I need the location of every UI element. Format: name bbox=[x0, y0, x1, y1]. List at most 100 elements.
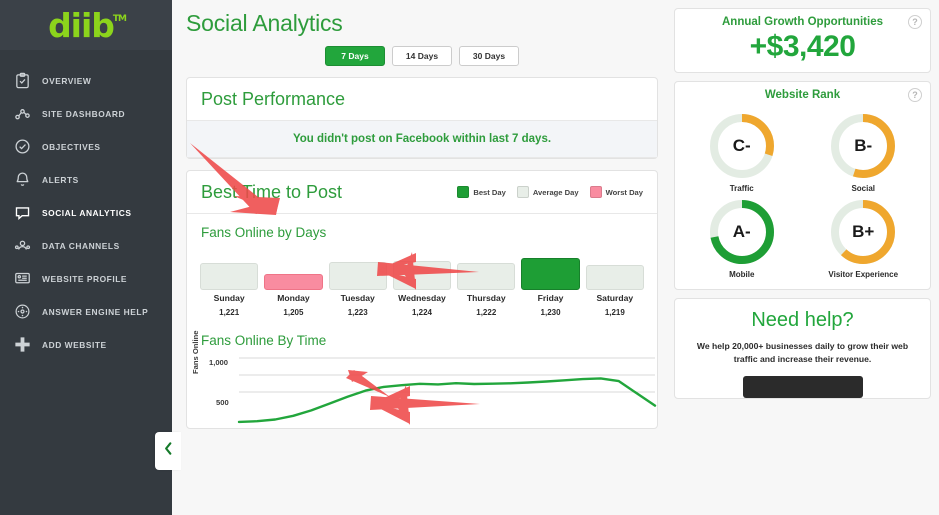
best-time-legend: Best Day Average Day Worst Day bbox=[457, 186, 643, 198]
app-logo[interactable]: diib TM bbox=[0, 0, 172, 50]
fans-online-line-series bbox=[237, 376, 657, 423]
legend-swatch-worst-day bbox=[589, 186, 602, 198]
rank-gauge-cell[interactable]: B+ Visitor Experience bbox=[803, 195, 925, 279]
date-range-tabs: 7 Days 14 Days 30 Days bbox=[186, 46, 658, 66]
best-time-header: Best Time to Post Best Day Average Day W… bbox=[187, 171, 657, 214]
day-name-label: Monday bbox=[277, 292, 310, 303]
compass-icon bbox=[11, 301, 33, 323]
bell-icon bbox=[11, 169, 33, 191]
sidebar-item-data-channels[interactable]: Data Channels bbox=[0, 229, 172, 262]
sidebar-item-overview[interactable]: Overview bbox=[0, 64, 172, 97]
website-rank-gauges: C- Traffic B- Social A- Mobile B+ Visito… bbox=[675, 101, 930, 289]
day-bar-column[interactable] bbox=[518, 257, 582, 290]
legend-swatch-best-day bbox=[457, 186, 470, 198]
post-performance-title: Post Performance bbox=[201, 88, 346, 109]
need-help-cta-button[interactable] bbox=[742, 375, 863, 398]
rank-gauge: A- bbox=[705, 195, 779, 269]
rank-gauge-grade: B- bbox=[854, 136, 873, 155]
sidebar-item-label: Overview bbox=[42, 75, 92, 86]
sidebar-item-objectives[interactable]: Objectives bbox=[0, 130, 172, 163]
logo-wordmark: diib bbox=[48, 5, 115, 45]
sidebar-item-answer-engine-help[interactable]: Answer Engine Help bbox=[0, 295, 172, 328]
day-bar-column[interactable] bbox=[261, 273, 325, 290]
sidebar-item-label: Alerts bbox=[42, 174, 79, 185]
sidebar-nav: Overview Site Dashboard bbox=[0, 50, 172, 361]
sidebar-item-label: Answer Engine Help bbox=[42, 306, 149, 317]
day-bar-column[interactable] bbox=[326, 262, 390, 290]
sidebar-collapse-button[interactable] bbox=[155, 432, 181, 470]
annual-growth-title: Annual Growth Opportunities bbox=[722, 16, 883, 28]
rank-gauge-grade: B+ bbox=[852, 222, 875, 241]
sidebar-item-alerts[interactable]: Alerts bbox=[0, 163, 172, 196]
sidebar-item-label: Site Dashboard bbox=[42, 108, 126, 119]
day-bar-column[interactable] bbox=[390, 261, 454, 290]
day-bar bbox=[392, 261, 452, 290]
day-bar bbox=[521, 257, 580, 290]
sidebar-item-website-profile[interactable]: Website Profile bbox=[0, 262, 172, 295]
logo-text: diib TM bbox=[48, 5, 127, 45]
sidebar-item-site-dashboard[interactable]: Site Dashboard bbox=[0, 97, 172, 130]
day-value-label: 1,223 bbox=[347, 307, 368, 317]
rank-gauge-cell[interactable]: B- Social bbox=[803, 109, 925, 193]
legend-swatch-average-day bbox=[516, 186, 529, 198]
legend-item-worst-day: Worst Day bbox=[589, 186, 643, 198]
best-time-title: Best Time to Post bbox=[201, 181, 343, 202]
day-bar bbox=[264, 273, 323, 290]
rank-gauge-label: Traffic bbox=[729, 184, 754, 193]
users-icon bbox=[11, 235, 33, 257]
day-value-row: 1,221 1,205 1,223 1,224 1,222 1,230 1,219 bbox=[187, 303, 657, 317]
day-value-label: 1,205 bbox=[283, 307, 304, 317]
day-name-row: Sunday Monday Tuesday Wednesday Thursday Frid… bbox=[187, 290, 657, 303]
rank-gauge-cell[interactable]: C- Traffic bbox=[681, 109, 803, 193]
legend-label: Best Day bbox=[473, 187, 506, 197]
line-chart-svg bbox=[237, 357, 657, 423]
day-bar-column[interactable] bbox=[454, 262, 518, 290]
sidebar-item-social-analytics[interactable]: Social Analytics bbox=[0, 196, 172, 229]
sidebar-item-label: Add Website bbox=[42, 339, 107, 350]
logo-trademark: TM bbox=[112, 13, 127, 24]
range-tab-14-days[interactable]: 14 Days bbox=[392, 46, 452, 66]
rank-gauge: B- bbox=[826, 109, 900, 183]
plus-icon bbox=[11, 334, 33, 356]
rank-gauge-cell[interactable]: A- Mobile bbox=[681, 195, 803, 279]
range-tab-7-days[interactable]: 7 Days bbox=[325, 46, 385, 66]
question-mark-icon[interactable]: ? bbox=[908, 88, 922, 102]
sidebar-item-label: Social Analytics bbox=[42, 207, 132, 218]
day-bar-column[interactable] bbox=[583, 264, 647, 290]
day-name-label: Saturday bbox=[596, 292, 634, 303]
day-bar bbox=[457, 262, 516, 290]
chart-gridlines bbox=[239, 357, 655, 392]
sidebar-item-label: Objectives bbox=[42, 141, 101, 152]
legend-item-average-day: Average Day bbox=[516, 186, 579, 198]
range-tab-30-days[interactable]: 30 Days bbox=[459, 46, 519, 66]
rank-gauge-grade: A- bbox=[732, 222, 751, 241]
day-value-label: 1,219 bbox=[604, 307, 625, 317]
question-mark-icon[interactable]: ? bbox=[908, 15, 922, 29]
sidebar-item-add-website[interactable]: Add Website bbox=[0, 328, 172, 361]
post-performance-notice: You didn't post on Facebook within last … bbox=[187, 120, 657, 158]
fans-online-by-days-title: Fans Online by Days bbox=[201, 224, 327, 240]
post-performance-card: Post Performance You didn't post on Face… bbox=[186, 76, 658, 159]
need-help-card: Need help? We help 20,000+ businesses da… bbox=[674, 298, 931, 399]
rank-gauge-label: Social bbox=[851, 184, 876, 193]
check-circle-icon bbox=[11, 136, 33, 158]
fans-online-by-time-chart: Fans Online 1,000 500 bbox=[187, 330, 657, 428]
day-value-label: 1,230 bbox=[540, 307, 561, 317]
day-bar bbox=[328, 262, 387, 290]
right-column: ? Annual Growth Opportunities +$3,420 ? … bbox=[672, 0, 939, 515]
network-graph-icon bbox=[11, 103, 33, 125]
day-value-label: 1,221 bbox=[219, 307, 240, 317]
website-rank-title: Website Rank bbox=[764, 89, 841, 101]
clipboard-check-icon bbox=[11, 70, 33, 92]
day-bar-column[interactable] bbox=[197, 263, 261, 290]
sidebar: diib TM Overview bbox=[0, 0, 181, 515]
page-title: Social Analytics bbox=[186, 10, 343, 36]
legend-label: Worst Day bbox=[605, 187, 643, 197]
post-performance-header: Post Performance bbox=[187, 78, 657, 121]
legend-item-best-day: Best Day bbox=[457, 186, 506, 198]
sidebar-item-label: Website Profile bbox=[42, 273, 128, 284]
best-time-to-post-card: Best Time to Post Best Day Average Day W… bbox=[186, 169, 658, 429]
website-rank-card: ? Website Rank C- Traffic B- Social A- M… bbox=[674, 81, 931, 290]
day-name-label: Sunday bbox=[213, 292, 245, 303]
day-name-label: Wednesday bbox=[398, 292, 446, 303]
